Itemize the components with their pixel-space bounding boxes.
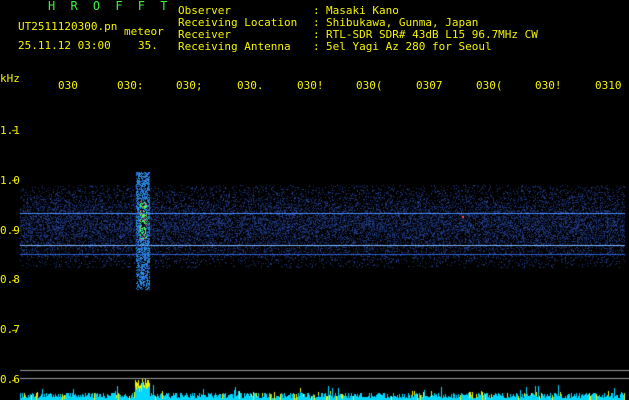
meteor-label: meteor	[124, 25, 164, 38]
x-axis-ticks: 030 030: 030; 030. 030! 030( 0307 030( 0…	[0, 79, 629, 93]
y-tick: 0.9	[0, 224, 20, 237]
y-tick: 0.6	[0, 373, 20, 386]
x-tick: 030(	[476, 79, 503, 92]
y-tick: 1.0	[0, 174, 20, 187]
x-tick: 030;	[176, 79, 203, 92]
x-tick: 030:	[117, 79, 144, 92]
x-tick: 030.	[237, 79, 264, 92]
x-tick: 030(	[356, 79, 383, 92]
antenna-sep: :	[313, 40, 320, 53]
spectrogram-canvas	[0, 0, 629, 400]
antenna-value: 5el Yagi Az 280 for Seoul	[326, 40, 492, 53]
x-tick: 030!	[535, 79, 562, 92]
antenna-label: Receiving Antenna	[178, 40, 291, 53]
x-tick: 0310	[595, 79, 622, 92]
y-tick: 0.8	[0, 273, 20, 286]
y-tick: 0.7	[0, 323, 20, 336]
x-tick: 0307	[416, 79, 443, 92]
meteor-count: 35.	[138, 39, 158, 52]
x-tick: 030	[58, 79, 78, 92]
file-name: UT2511120300.pn	[18, 20, 118, 33]
y-tick: 1.1	[0, 124, 20, 137]
x-tick: 030!	[297, 79, 324, 92]
date-time: 25.11.12 03:00	[18, 39, 111, 52]
app-title: H R O F F T	[48, 0, 172, 13]
